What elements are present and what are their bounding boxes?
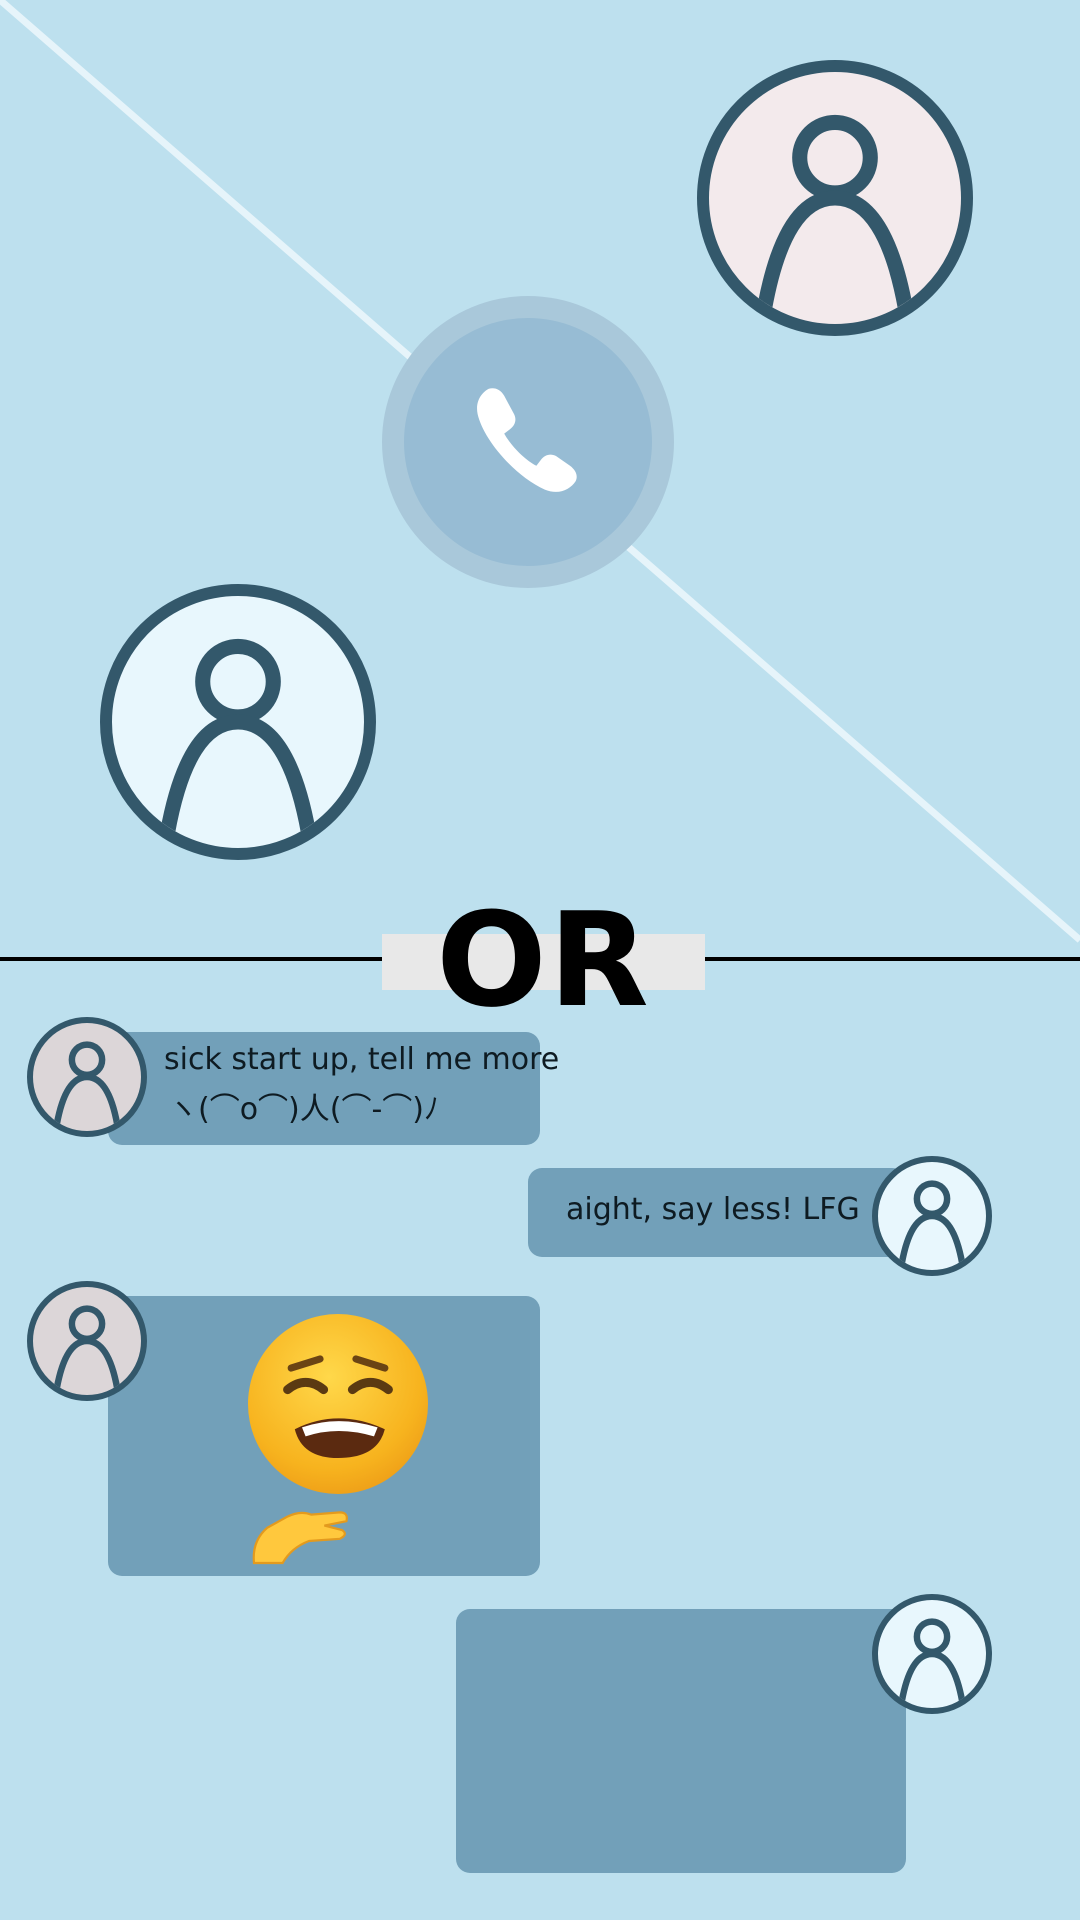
self-avatar [872,1594,992,1714]
friend-avatar [27,1281,147,1401]
self-avatar [872,1156,992,1276]
message-text: sick start up, tell me more [164,1042,560,1077]
person-icon [757,114,913,311]
message-bubble [456,1609,906,1873]
person-icon [53,1041,121,1126]
message-bubble: aight, say less! LFG [528,1168,906,1257]
phone-icon [477,388,577,492]
caller-avatar [697,60,973,336]
self-avatar [100,584,376,860]
person-icon [53,1305,121,1390]
person-icon [160,638,316,835]
emoji [236,1314,428,1565]
divider-label: OR [436,884,651,1036]
message-bubble: sick start up, tell me more ヽ(⌒o⌒)人(⌒-⌒)… [108,1032,559,1145]
person-icon [898,1618,966,1703]
person-icon [898,1180,966,1265]
friend-avatar [27,1017,147,1137]
message-text: aight, say less! LFG [566,1192,860,1227]
call-button[interactable] [382,296,674,588]
message-bubble [108,1296,540,1576]
message-text: ヽ(⌒o⌒)人(⌒-⌒)ﾉ [168,1092,439,1127]
pinched-hand-icon [252,1511,348,1565]
